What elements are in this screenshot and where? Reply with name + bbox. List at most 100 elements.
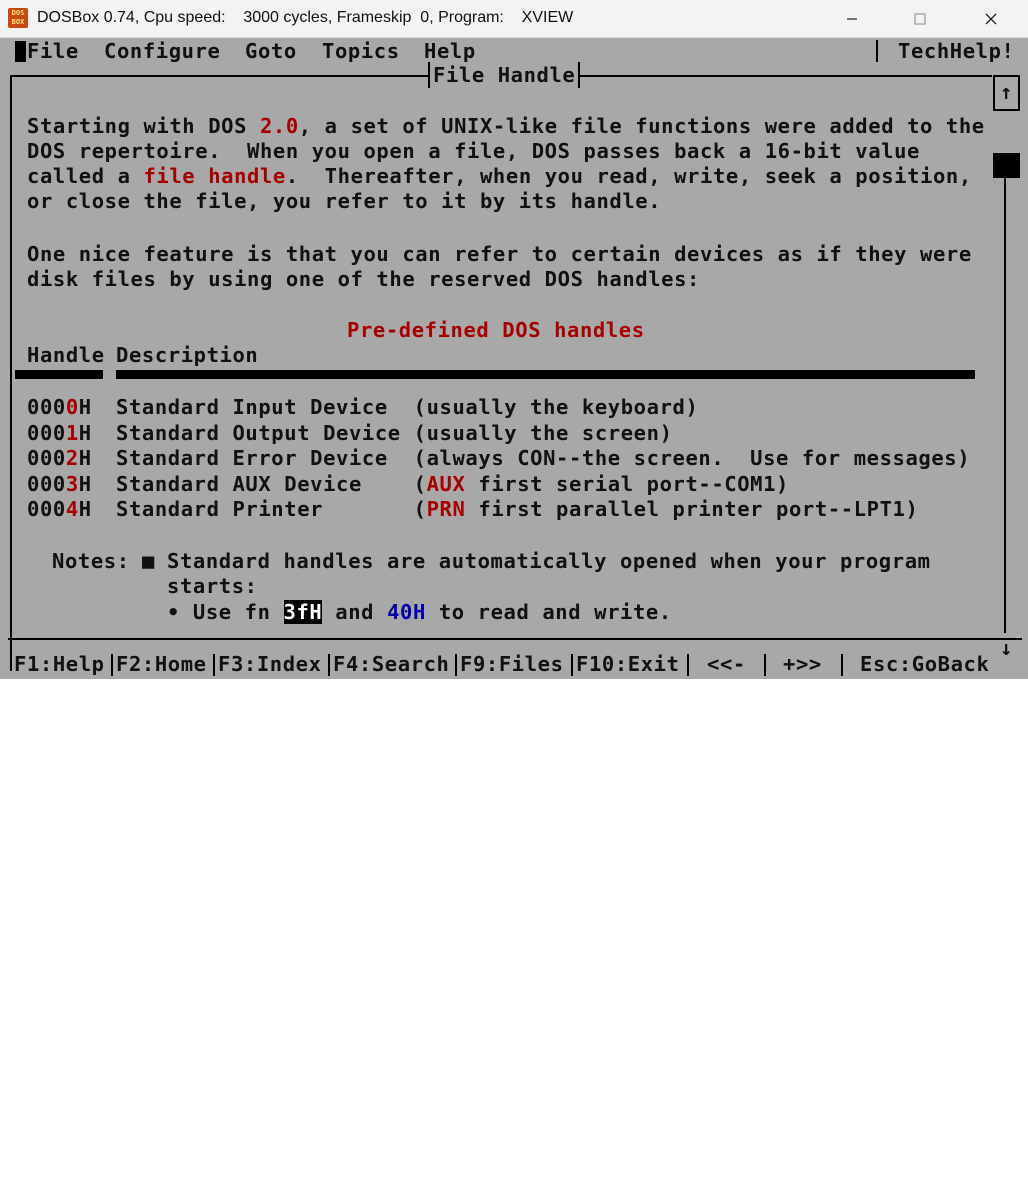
handle-description: Standard Output Device (usually the scre… [116, 420, 673, 445]
handle-prefix: 000 [27, 471, 66, 496]
fkey-divider [455, 654, 457, 676]
desc-text: first serial port--COM1) [465, 471, 789, 496]
handle-description: Standard AUX Device (AUX first serial po… [116, 472, 789, 497]
handle-code: 0001H [27, 421, 92, 446]
menu-topics[interactable]: Topics [322, 38, 400, 64]
window-titlebar: DOS BOX DOSBox 0.74, Cpu speed: 3000 cyc… [0, 0, 1028, 38]
handle-code: 0004H [27, 497, 92, 522]
maximize-button[interactable] [897, 0, 943, 37]
scroll-thumb[interactable] [993, 153, 1020, 178]
fkey-help[interactable]: F1:Help [14, 650, 105, 678]
handle-digit: 1 [65, 420, 79, 445]
notes-label: Notes: [52, 549, 143, 573]
minimize-icon [847, 17, 857, 20]
topic-title: File Handle [428, 62, 581, 88]
menu-bar: File Configure Goto Topics Help TechHelp… [0, 38, 1028, 64]
desc-text: Standard Printer ( [116, 497, 427, 521]
link-fn-3fh[interactable]: 3fH [283, 600, 323, 624]
text-segment: or close the file, you refer to it by it… [27, 189, 662, 213]
fkey-back[interactable]: <<- [707, 650, 746, 678]
dosbox-app-icon[interactable]: DOS BOX [8, 8, 28, 28]
paragraph-line: Starting with DOS 2.0, a set of UNIX-lik… [27, 114, 985, 139]
menu-help[interactable]: Help [424, 38, 476, 64]
hyperlink[interactable]: file handle [143, 164, 285, 188]
note-text: starts: [167, 574, 258, 598]
header-rule-handle [15, 370, 103, 379]
menu-divider [876, 40, 878, 62]
fkey-divider [841, 654, 843, 676]
handle-suffix: H [78, 471, 92, 496]
note-text: Standard handles are automatically opene… [167, 549, 931, 573]
handle-prefix: 000 [27, 395, 66, 419]
menu-goto[interactable]: Goto [245, 38, 297, 64]
fkey-goback[interactable]: Esc:GoBack [860, 650, 989, 678]
handle-digit: 0 [65, 395, 79, 419]
handle-code: 0000H [27, 395, 92, 420]
handle-description: Standard Error Device (always CON--the s… [116, 446, 971, 470]
handle-prefix: 000 [27, 420, 66, 445]
menu-configure[interactable]: Configure [104, 38, 220, 64]
handle-description: Standard Printer (PRN first parallel pri… [116, 497, 918, 522]
bullet-dot: • [167, 600, 180, 624]
paragraph-line: One nice feature is that you can refer t… [27, 242, 972, 266]
scroll-up-button[interactable]: ↑ [993, 75, 1020, 111]
paragraph-line: called a file handle. Thereafter, when y… [27, 164, 972, 189]
sub-note: • Use fn 3fH and 40H to read and write. [167, 600, 672, 625]
handle-prefix: 000 [27, 446, 66, 470]
fkey-home[interactable]: F2:Home [116, 650, 207, 678]
fkey-divider [687, 654, 689, 676]
text-segment: . Thereafter, when you read, write, seek… [285, 164, 972, 188]
fkey-files[interactable]: F9:Files [460, 650, 564, 678]
close-icon [985, 13, 997, 24]
sub-note-text: and [322, 600, 388, 624]
function-key-bar: F1:Help F2:Home F3:Index F4:Search F9:Fi… [0, 650, 1028, 1182]
sub-note-text: to read and write. [425, 600, 672, 624]
fkey-divider [111, 654, 113, 676]
vertical-scrollbar[interactable]: ↑ ↓ [993, 75, 1020, 671]
handle-description: Standard Input Device (usually the keybo… [116, 395, 699, 419]
close-button[interactable] [968, 0, 1014, 37]
column-header-handle: Handle [27, 343, 105, 367]
device-link[interactable]: PRN [427, 497, 466, 521]
link-fn-40h[interactable]: 40H [387, 600, 426, 624]
column-header-description: Description [116, 343, 259, 367]
scroll-track[interactable] [1004, 178, 1006, 633]
desc-text: Standard AUX Device ( [116, 471, 427, 496]
hyperlink[interactable]: 2.0 [260, 114, 299, 138]
fkey-search[interactable]: F4:Search [333, 650, 449, 678]
dos-screen: File Configure Goto Topics Help TechHelp… [0, 38, 1028, 679]
menu-file[interactable]: File [27, 38, 79, 64]
paragraph-line: or close the file, you refer to it by it… [27, 189, 661, 214]
desc-text: first parallel printer port--LPT1) [465, 497, 919, 521]
handle-suffix: H [78, 420, 92, 445]
minimize-button[interactable] [829, 0, 875, 37]
text-segment: Starting with DOS [27, 114, 260, 138]
fkey-index[interactable]: F3:Index [218, 650, 322, 678]
fkey-forward[interactable]: +>> [783, 650, 822, 678]
window-title: DOSBox 0.74, Cpu speed: 3000 cycles, Fra… [37, 9, 574, 26]
sub-note-text: Use fn [192, 600, 284, 624]
handle-suffix: H [78, 395, 92, 419]
handle-digit: 3 [65, 471, 79, 496]
paragraph-line: disk files by using one of the reserved … [27, 267, 700, 291]
text-segment: called a [27, 164, 144, 188]
device-link[interactable]: AUX [427, 472, 466, 496]
fkey-divider [328, 654, 330, 676]
handle-digit: 4 [65, 497, 79, 521]
text-segment: DOS repertoire. When you open a file, DO… [27, 139, 921, 163]
handle-prefix: 000 [27, 497, 66, 521]
text-segment: , a set of UNIX-like file functions were… [298, 114, 985, 138]
footer-divider [8, 638, 1022, 640]
table-title: Pre-defined DOS handles [347, 318, 645, 342]
text-cursor [15, 41, 26, 62]
fkey-divider [764, 654, 766, 676]
fkey-divider [213, 654, 215, 676]
maximize-icon [914, 12, 926, 25]
handle-digit: 2 [65, 446, 79, 470]
techhelp-brand: TechHelp! [898, 39, 1015, 63]
handle-code: 0003H [27, 472, 92, 497]
handle-code: 0002H [27, 446, 92, 471]
bullet-square: ■ [142, 549, 155, 573]
fkey-exit[interactable]: F10:Exit [576, 650, 680, 678]
help-content: Starting with DOS 2.0, a set of UNIX-lik… [15, 114, 984, 642]
